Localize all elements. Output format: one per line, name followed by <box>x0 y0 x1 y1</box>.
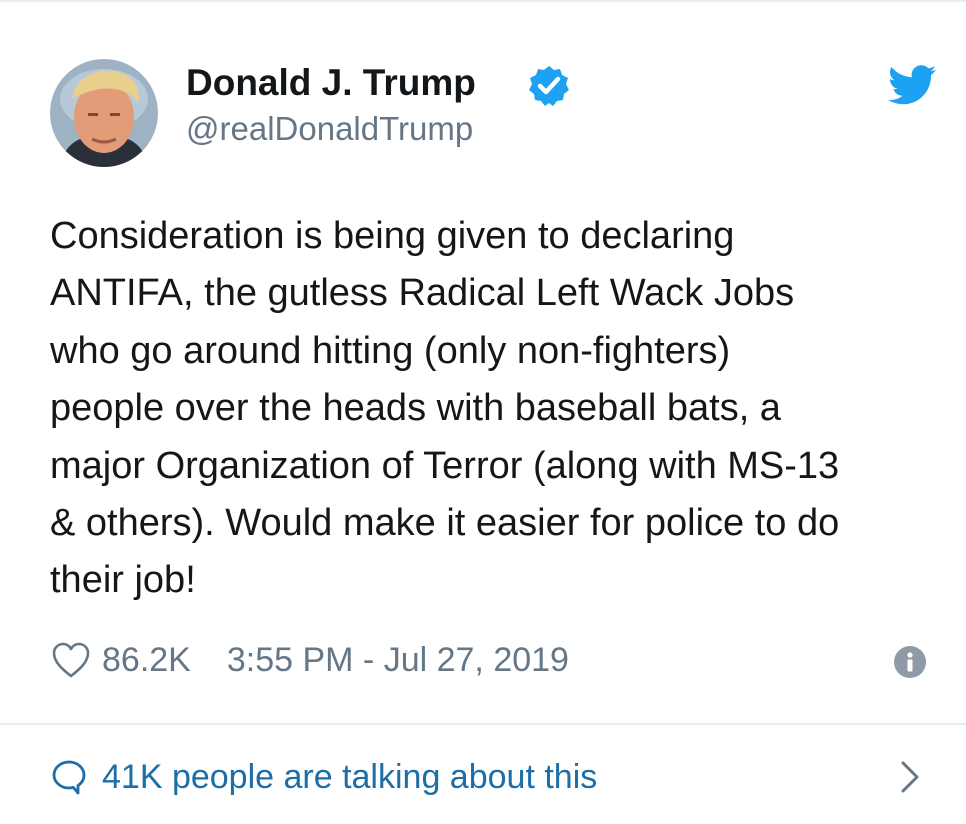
tweet-meta: 86.2K 3:55 PM - Jul 27, 2019 <box>50 638 569 682</box>
chevron-right-icon[interactable] <box>898 758 922 796</box>
info-icon[interactable] <box>893 645 927 679</box>
tweet-text: Consideration is being given to declarin… <box>50 215 840 602</box>
author-handle[interactable]: @realDonaldTrump <box>186 110 473 148</box>
twitter-bird-icon[interactable] <box>888 64 936 106</box>
tweet-card: Donald J. Trump @realDonaldTrump Conside… <box>0 0 966 824</box>
heart-icon[interactable] <box>50 640 92 680</box>
tweet-timestamp[interactable]: 3:55 PM - Jul 27, 2019 <box>227 641 569 680</box>
divider <box>0 723 966 725</box>
verified-badge-icon <box>529 66 569 106</box>
conversation-link[interactable]: 41K people are talking about this <box>50 755 597 799</box>
conversation-label: 41K people are talking about this <box>102 757 598 796</box>
speech-bubble-icon <box>52 760 86 795</box>
avatar[interactable] <box>50 59 158 167</box>
author-name[interactable]: Donald J. Trump <box>186 62 476 104</box>
like-count[interactable]: 86.2K <box>102 641 191 680</box>
